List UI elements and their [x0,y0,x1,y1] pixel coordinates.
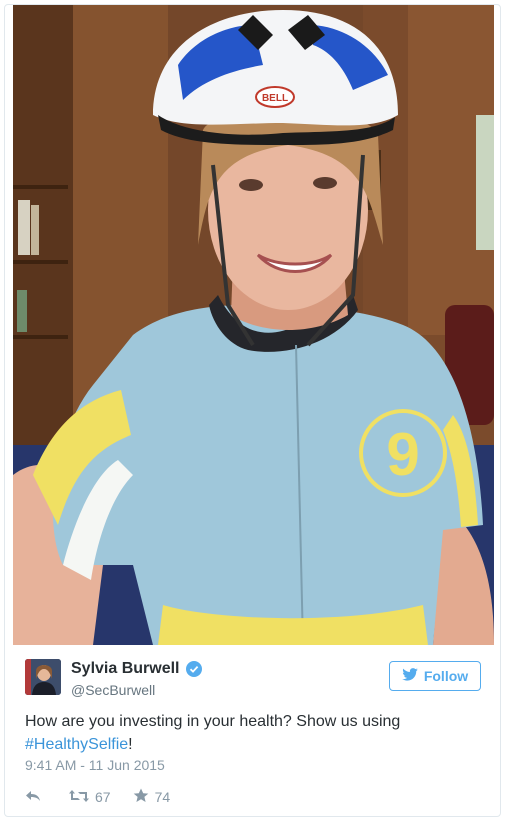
author-name[interactable]: Sylvia Burwell [71,660,180,678]
follow-button[interactable]: Follow [389,661,481,691]
helmet-logo: BELL [262,93,288,104]
jersey-number: 9 [386,421,419,488]
hashtag-link[interactable]: #HealthySelfie [25,736,128,753]
follow-label: Follow [423,668,469,684]
tweet-timestamp[interactable]: 9:41 AM - 11 Jun 2015 [25,757,165,773]
tweet-photo[interactable]: 9 BELL [13,5,494,645]
author-name-row[interactable]: Sylvia Burwell [71,660,202,678]
twitter-bird-icon [402,668,418,684]
avatar[interactable] [25,659,61,695]
tweet-text-body: How are you investing in your health? Sh… [25,713,401,730]
star-icon [133,788,149,806]
tweet-actions: 67 74 [25,785,170,809]
author-handle[interactable]: @SecBurwell [71,682,155,698]
tweet-header: Sylvia Burwell @SecBurwell Follow [5,655,500,701]
verified-badge-icon [185,661,202,677]
tweet-text-end: ! [128,736,133,753]
retweet-icon [69,789,89,806]
reply-button[interactable] [25,789,41,806]
like-count: 74 [154,789,171,805]
reply-icon [25,789,41,806]
like-button[interactable]: 74 [133,788,171,806]
retweet-count: 67 [95,789,111,805]
tweet-card: 9 BELL Sylvia Burwell @SecBurwell Follow… [4,4,501,817]
tweet-text: How are you investing in your health? Sh… [25,710,485,756]
retweet-button[interactable]: 67 [69,789,111,806]
